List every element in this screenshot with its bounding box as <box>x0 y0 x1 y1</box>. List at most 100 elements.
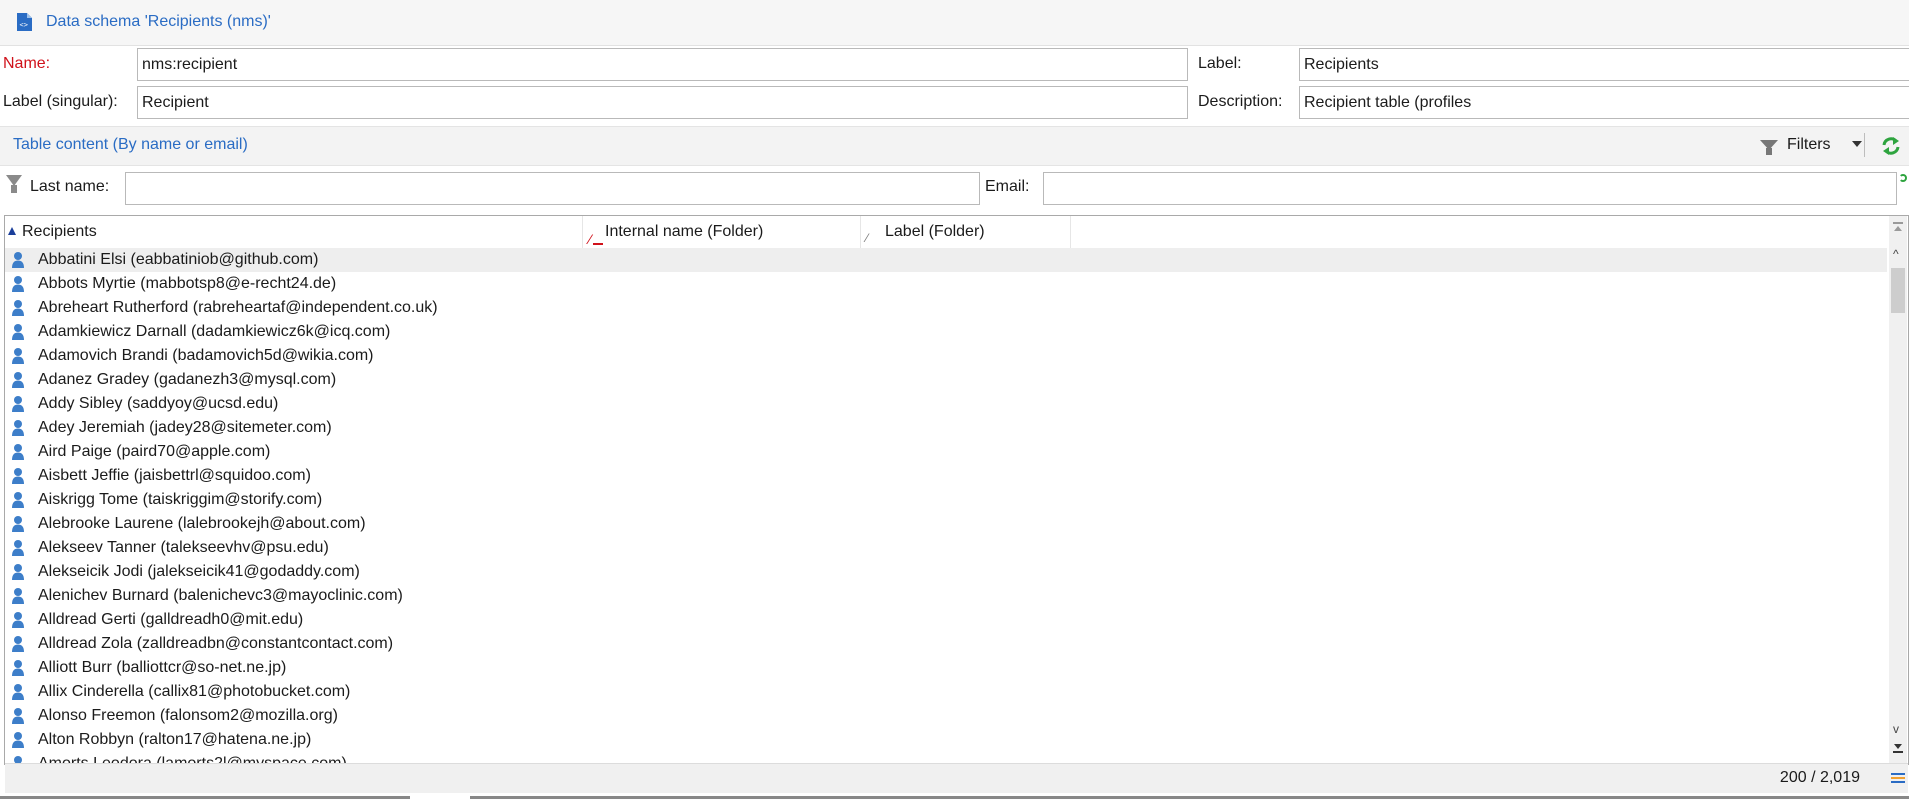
email-label: Email: <box>985 178 1030 195</box>
row-label: Adamovich Brandi (badamovich5d@wikia.com… <box>38 347 374 364</box>
person-icon <box>12 612 24 628</box>
title-bar: <> Data schema 'Recipients (nms)' <box>0 0 1909 46</box>
person-icon <box>12 708 24 724</box>
column-icon-underline <box>593 243 603 245</box>
table-row[interactable]: Abbatini Elsi (eabbatiniob@github.com) <box>5 248 1887 272</box>
svg-text:<>: <> <box>20 21 28 29</box>
person-icon <box>12 684 24 700</box>
sort-asc-icon <box>8 227 16 235</box>
toolbar-divider <box>1864 133 1865 157</box>
refresh-small-icon[interactable] <box>1899 174 1907 182</box>
grid-footer: 200 / 2,019 <box>5 763 1908 793</box>
column-recipients-label: Recipients <box>22 223 97 240</box>
row-label: Addy Sibley (saddyoy@ucsd.edu) <box>38 395 279 412</box>
scroll-up-icon[interactable]: ^ <box>1893 247 1899 261</box>
column-internal-name-label: Internal name (Folder) <box>605 223 764 240</box>
scroll-down-icon[interactable]: v <box>1893 722 1899 736</box>
table-row[interactable]: Aiskrigg Tome (taiskriggim@storify.com) <box>5 488 1887 512</box>
person-icon <box>12 324 24 340</box>
table-row[interactable]: Adey Jeremiah (jadey28@sitemeter.com) <box>5 416 1887 440</box>
table-row[interactable]: Alebrooke Laurene (lalebrookejh@about.co… <box>5 512 1887 536</box>
person-icon <box>12 348 24 364</box>
person-icon <box>12 252 24 268</box>
label-label: Label: <box>1198 55 1242 72</box>
column-recipients[interactable]: Recipients <box>5 216 583 248</box>
row-label: Allix Cinderella (callix81@photobucket.c… <box>38 683 351 700</box>
scroll-bottom-icon <box>1893 751 1903 753</box>
table-row[interactable]: Alldread Gerti (galldreadh0@mit.edu) <box>5 608 1887 632</box>
description-field[interactable]: Recipient table (profiles <box>1299 86 1909 119</box>
person-icon <box>12 660 24 676</box>
vertical-scrollbar[interactable]: ^ v <box>1889 216 1907 764</box>
row-label: Alebrooke Laurene (lalebrookejh@about.co… <box>38 515 366 532</box>
person-icon <box>12 588 24 604</box>
person-icon <box>12 444 24 460</box>
row-label: Alton Robbyn (ralton17@hatena.ne.jp) <box>38 731 312 748</box>
row-label: Abreheart Rutherford (rabreheartaf@indep… <box>38 299 438 316</box>
singular-label: Label (singular): <box>3 93 118 110</box>
scroll-bottom-arrow[interactable] <box>1894 744 1902 749</box>
row-label: Alliott Burr (balliottcr@so-net.ne.jp) <box>38 659 287 676</box>
person-icon <box>12 492 24 508</box>
filter-funnel-stem <box>11 185 17 193</box>
row-label: Alldread Zola (zalldreadbn@constantconta… <box>38 635 394 652</box>
table-row[interactable]: Adamovich Brandi (badamovich5d@wikia.com… <box>5 344 1887 368</box>
singular-field[interactable]: Recipient <box>137 86 1188 119</box>
label-field[interactable]: Recipients <box>1299 48 1909 81</box>
person-icon <box>12 636 24 652</box>
table-row[interactable]: Aisbett Jeffie (jaisbettrl@squidoo.com) <box>5 464 1887 488</box>
email-input[interactable] <box>1043 172 1897 205</box>
filters-label: Filters <box>1787 136 1831 153</box>
section-title[interactable]: Table content (By name or email) <box>13 136 248 154</box>
row-label: Alldread Gerti (galldreadh0@mit.edu) <box>38 611 304 628</box>
window-title: Data schema 'Recipients (nms)' <box>46 13 271 30</box>
recipients-grid: Recipients ⁄ Internal name (Folder) ⁄ La… <box>4 215 1909 765</box>
person-icon <box>12 468 24 484</box>
person-icon <box>12 300 24 316</box>
table-row[interactable]: Aird Paige (paird70@apple.com) <box>5 440 1887 464</box>
column-label-folder[interactable]: ⁄ Label (Folder) <box>861 216 1071 248</box>
bottom-tab-strip <box>0 796 410 799</box>
table-row[interactable]: Alekseev Tanner (talekseevhv@psu.edu) <box>5 536 1887 560</box>
grid-body: Abbatini Elsi (eabbatiniob@github.com) Ab… <box>5 248 1887 764</box>
table-row[interactable]: Addy Sibley (saddyoy@ucsd.edu) <box>5 392 1887 416</box>
row-label: Alonso Freemon (falonsom2@mozilla.org) <box>38 707 338 724</box>
last-name-input[interactable] <box>125 172 980 205</box>
table-row[interactable]: Alonso Freemon (falonsom2@mozilla.org) <box>5 704 1887 728</box>
person-icon <box>12 732 24 748</box>
refresh-icon[interactable] <box>1880 136 1902 156</box>
row-label: Alekseicik Jodi (jalekseicik41@godaddy.c… <box>38 563 360 580</box>
person-icon <box>12 516 24 532</box>
table-row[interactable]: Abreheart Rutherford (rabreheartaf@indep… <box>5 296 1887 320</box>
table-row[interactable]: Allix Cinderella (callix81@photobucket.c… <box>5 680 1887 704</box>
table-row[interactable]: Adamkiewicz Darnall (dadamkiewicz6k@icq.… <box>5 320 1887 344</box>
record-count: 200 / 2,019 <box>1779 769 1860 786</box>
row-label: Abbots Myrtie (mabbotsp8@e-recht24.de) <box>38 275 337 292</box>
table-row[interactable]: Adanez Gradey (gadanezh3@mysql.com) <box>5 368 1887 392</box>
table-row[interactable]: Alliott Burr (balliottcr@so-net.ne.jp) <box>5 656 1887 680</box>
person-icon <box>12 540 24 556</box>
table-row[interactable]: Alenichev Burnard (balenichevc3@mayoclin… <box>5 584 1887 608</box>
table-row[interactable]: Abbots Myrtie (mabbotsp8@e-recht24.de) <box>5 272 1887 296</box>
chevron-down-icon <box>1852 141 1862 147</box>
person-icon <box>12 276 24 292</box>
row-label: Adanez Gradey (gadanezh3@mysql.com) <box>38 371 337 388</box>
table-row[interactable]: Alekseicik Jodi (jalekseicik41@godaddy.c… <box>5 560 1887 584</box>
bottom-tab-strip-right <box>470 796 1909 799</box>
table-row[interactable]: Alton Robbyn (ralton17@hatena.ne.jp) <box>5 728 1887 752</box>
person-icon <box>12 372 24 388</box>
column-internal-name[interactable]: ⁄ Internal name (Folder) <box>583 216 861 248</box>
menu-icon[interactable] <box>1891 773 1905 775</box>
scroll-top-arrow <box>1894 226 1902 231</box>
funnel-stem <box>1766 148 1772 155</box>
row-label: Aisbett Jeffie (jaisbettrl@squidoo.com) <box>38 467 311 484</box>
scroll-top-icon[interactable] <box>1893 222 1903 224</box>
table-row[interactable]: Alldread Zola (zalldreadbn@constantconta… <box>5 632 1887 656</box>
person-icon <box>12 396 24 412</box>
row-label: Alekseev Tanner (talekseevhv@psu.edu) <box>38 539 329 556</box>
row-label: Alenichev Burnard (balenichevc3@mayoclin… <box>38 587 403 604</box>
scroll-thumb[interactable] <box>1891 268 1905 313</box>
name-field[interactable]: nms:recipient <box>137 48 1188 81</box>
person-icon <box>12 564 24 580</box>
row-label: Aird Paige (paird70@apple.com) <box>38 443 271 460</box>
